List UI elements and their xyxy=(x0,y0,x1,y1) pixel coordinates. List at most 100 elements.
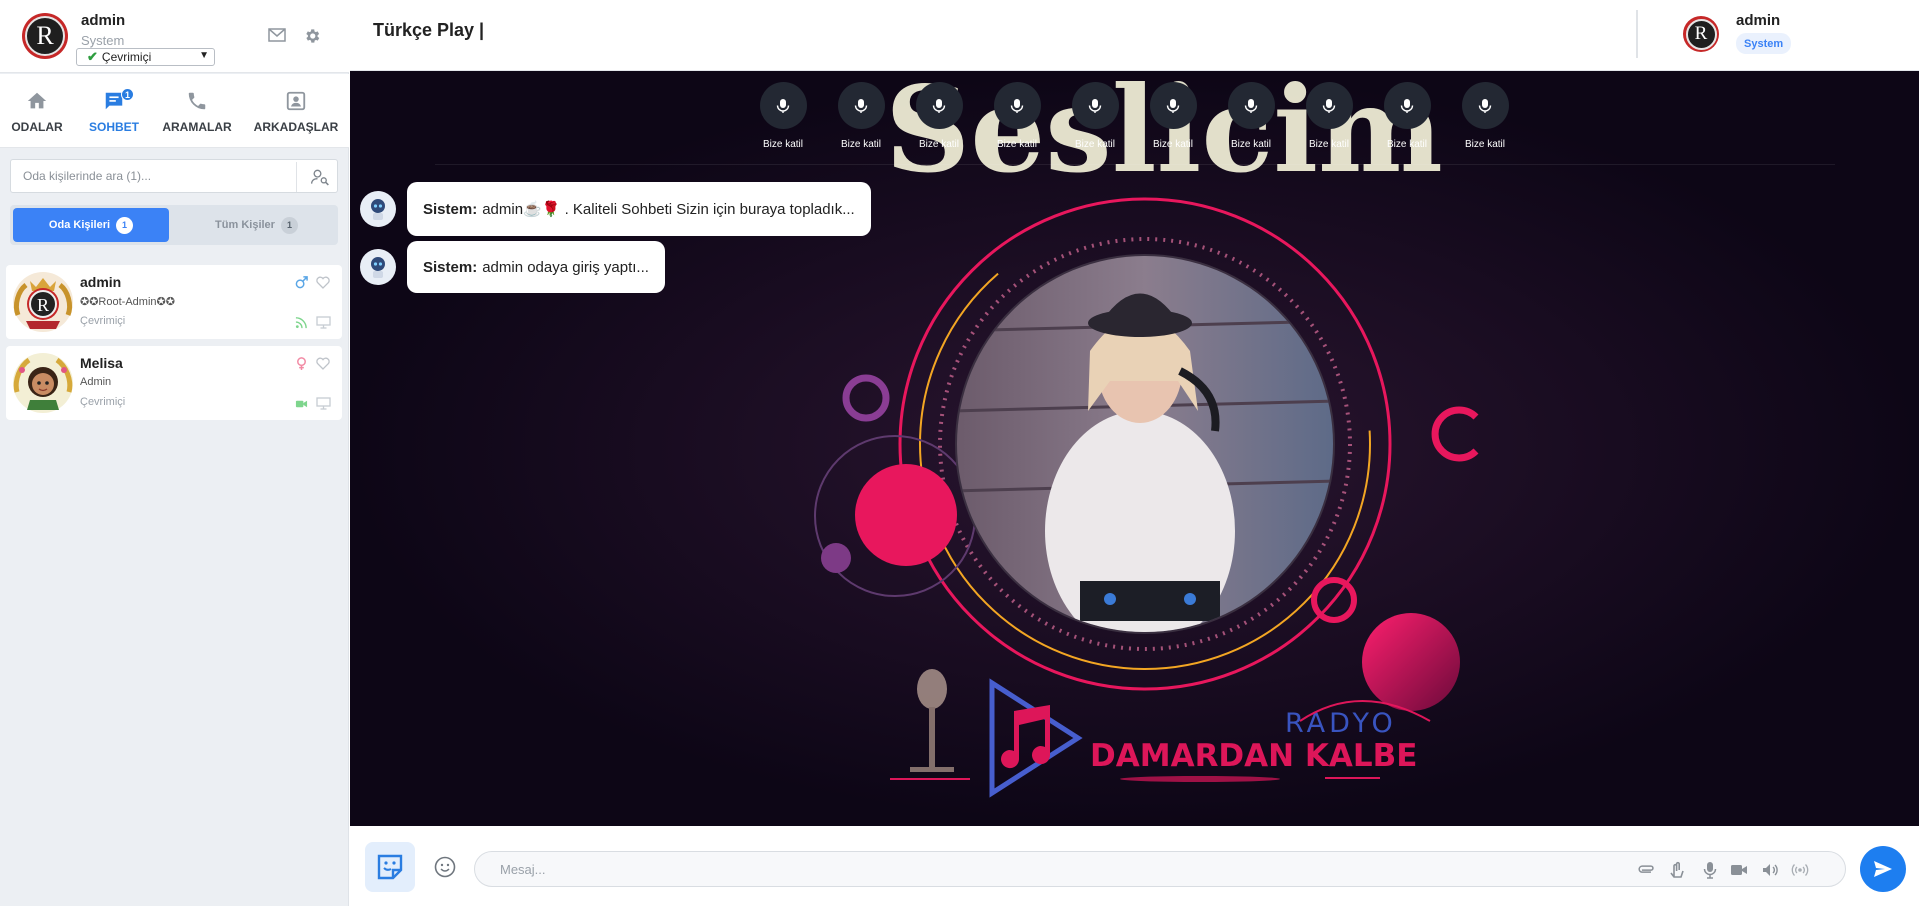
message-sender: Sistem: xyxy=(423,200,478,218)
status-select[interactable]: ✔ Çevrimiçi ▼ xyxy=(76,48,215,66)
heart-icon[interactable] xyxy=(316,276,330,289)
microphone-icon xyxy=(1227,82,1275,129)
camera-icon xyxy=(295,400,308,408)
user-status: Çevrimiçi xyxy=(80,315,126,327)
avatar[interactable]: R xyxy=(22,13,68,59)
phone-icon xyxy=(188,92,206,110)
send-button[interactable] xyxy=(1860,846,1906,892)
seat-join-button[interactable]: Bize katil xyxy=(822,82,900,162)
seat-label: Bize katil xyxy=(840,139,881,150)
tab-label: ODALAR xyxy=(11,120,63,134)
sticker-button[interactable] xyxy=(365,842,415,892)
video-camera-icon[interactable] xyxy=(1729,860,1749,880)
status-label: Çevrimiçi xyxy=(101,50,152,64)
bot-avatar xyxy=(360,249,396,285)
tab-odalar[interactable]: ODALAR xyxy=(6,74,68,148)
tab-all-people[interactable]: Tüm Kişiler 1 xyxy=(178,208,335,242)
tab-label: Oda Kişileri xyxy=(48,219,111,231)
sticker-icon xyxy=(377,854,403,880)
mail-icon[interactable] xyxy=(268,28,286,42)
sidebar: R admin System ✔ Çevrimiçi ▼ ODALAR 1 SO… xyxy=(0,0,349,906)
bot-avatar xyxy=(360,191,396,227)
robot-icon xyxy=(371,199,385,220)
gear-icon[interactable] xyxy=(303,27,321,45)
seat-label: Bize katil xyxy=(1464,139,1505,150)
room-title: Türkçe Play | xyxy=(373,20,485,40)
tab-room-people[interactable]: Oda Kişileri 1 xyxy=(13,208,169,242)
message-input[interactable] xyxy=(475,852,1575,886)
hand-raise-icon[interactable] xyxy=(1667,860,1687,880)
divider xyxy=(435,164,1835,165)
seat-label: Bize katil xyxy=(996,139,1037,150)
user-card[interactable]: Melisa Admin Çevrimiçi xyxy=(6,346,342,420)
main-nav: ODALAR 1 SOHBET ARAMALAR ARKADAŞLAR xyxy=(0,74,349,148)
broadcast-icon[interactable] xyxy=(1790,860,1810,880)
robot-icon xyxy=(371,257,385,278)
message-composer xyxy=(350,826,1919,906)
seat-label: Bize katil xyxy=(1152,139,1193,150)
microphone-icon xyxy=(1149,82,1197,129)
microphone-icon xyxy=(837,82,885,129)
emoji-icon[interactable] xyxy=(434,856,456,878)
monitor-icon xyxy=(316,397,331,410)
message-sender: Sistem: xyxy=(423,258,478,276)
room-header: Türkçe Play | R admin System xyxy=(350,0,1919,71)
tab-label: SOHBET xyxy=(88,120,139,134)
send-icon xyxy=(1874,861,1892,877)
profile-role: System xyxy=(81,33,125,48)
seat-join-button[interactable]: Bize katil xyxy=(900,82,978,162)
microphone-icon xyxy=(1305,82,1353,129)
seat-join-button[interactable]: Bize katil xyxy=(1134,82,1212,162)
seat-join-button[interactable]: Bize katil xyxy=(1212,82,1290,162)
people-tabs: Oda Kişileri 1 Tüm Kişiler 1 xyxy=(10,205,338,245)
speaker-seats: Bize katil Bize katil Bize katil Bize katil… xyxy=(350,71,1919,166)
seat-label: Bize katil xyxy=(1074,139,1115,150)
seat-join-button[interactable]: Bize katil xyxy=(1368,82,1446,162)
tab-arkadaslar[interactable]: ARKADAŞLAR xyxy=(253,74,339,148)
speaker-icon[interactable] xyxy=(1760,860,1780,880)
chat-message: Sistem: admin☕🌹 . Kaliteli Sohbeti Sizin… xyxy=(360,182,871,236)
tab-sohbet[interactable]: 1 SOHBET xyxy=(83,74,145,148)
radio-station-label: DAMARDAN KALBE xyxy=(1090,738,1417,774)
attachment-icon[interactable] xyxy=(1636,860,1656,880)
message-text: admin odaya giriş yaptı... xyxy=(482,258,649,276)
microphone-icon[interactable] xyxy=(1700,860,1720,880)
tab-aramalar[interactable]: ARAMALAR xyxy=(158,74,236,148)
user-card[interactable]: R admin ✪✪Root-Admin✪✪ Çevrimiçi xyxy=(6,265,342,339)
seat-join-button[interactable]: Bize katil xyxy=(978,82,1056,162)
svg-text:R: R xyxy=(37,295,49,315)
seat-label: Bize katil xyxy=(918,139,959,150)
avatar: R xyxy=(13,272,73,332)
seat-join-button[interactable]: Bize katil xyxy=(1290,82,1368,162)
seat-join-button[interactable]: Bize katil xyxy=(1446,82,1524,162)
search-input[interactable] xyxy=(11,160,291,192)
seat-join-button[interactable]: Bize katil xyxy=(744,82,822,162)
user-role: Admin xyxy=(80,376,112,388)
monitor-icon xyxy=(316,316,331,329)
seat-label: Bize katil xyxy=(1230,139,1271,150)
user-search-icon[interactable] xyxy=(310,167,330,187)
header-user-name: admin xyxy=(1736,12,1781,29)
microphone-icon xyxy=(1383,82,1431,129)
male-icon xyxy=(295,276,308,289)
message-text: admin☕🌹 . Kaliteli Sohbeti Sizin için bu… xyxy=(482,201,855,218)
user-name: admin xyxy=(80,274,122,290)
microphone-icon xyxy=(915,82,963,129)
avatar xyxy=(13,353,73,413)
microphone-icon xyxy=(993,82,1041,129)
tab-label: Tüm Kişiler xyxy=(215,219,275,231)
check-icon: ✔ xyxy=(87,49,98,64)
user-status: Çevrimiçi xyxy=(80,396,126,408)
heart-icon[interactable] xyxy=(316,357,330,370)
role-badge: System xyxy=(1736,33,1792,54)
microphone-icon xyxy=(1461,82,1509,129)
avatar[interactable]: R xyxy=(1683,16,1719,52)
female-icon xyxy=(297,357,306,370)
user-role: ✪✪Root-Admin✪✪ xyxy=(80,296,175,308)
chat-stage: Seslicim RADYO DAMARDAN KALBE Bize katil… xyxy=(350,71,1919,826)
seat-label: Bize katil xyxy=(762,139,803,150)
tab-label: ARKADAŞLAR xyxy=(253,120,339,134)
contacts-icon xyxy=(286,91,306,111)
seat-join-button[interactable]: Bize katil xyxy=(1056,82,1134,162)
profile-name: admin xyxy=(81,12,126,29)
